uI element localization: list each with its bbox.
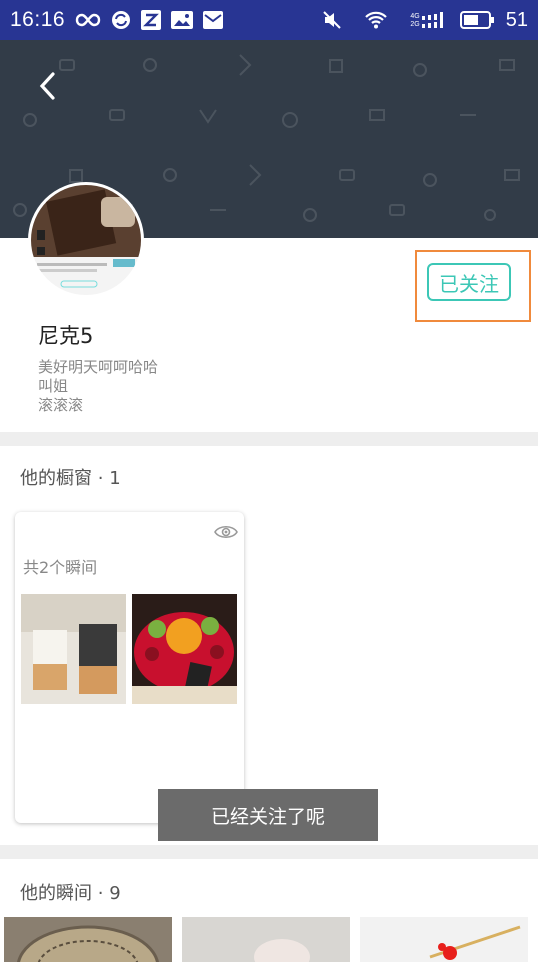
moment-thumbnail[interactable] bbox=[4, 917, 172, 962]
bio-line: 叫姐 bbox=[38, 377, 69, 395]
moments-section-title[interactable]: 他的瞬间 · 9 bbox=[20, 879, 121, 905]
avatar-image bbox=[31, 185, 141, 295]
moment-thumbnail[interactable] bbox=[182, 917, 350, 962]
showcase-count: 1 bbox=[109, 468, 121, 489]
bio-line: 滚滚滚 bbox=[38, 396, 84, 414]
signal-icon: 4G 2G bbox=[410, 12, 447, 28]
showcase-card[interactable]: 共2个瞬间 bbox=[15, 512, 244, 823]
card-thumbnail-cups bbox=[21, 594, 126, 704]
avatar[interactable] bbox=[28, 182, 144, 298]
section-divider bbox=[0, 845, 538, 859]
status-bar: 16:16 4G 2G 51 bbox=[0, 0, 538, 40]
back-button[interactable] bbox=[30, 68, 66, 104]
toast-message: 已经关注了呢 bbox=[158, 789, 378, 841]
mail-icon bbox=[203, 11, 224, 29]
moments-title: 他的瞬间 bbox=[20, 883, 92, 904]
network-label-2g: 2G bbox=[410, 21, 420, 28]
status-time: 16:16 bbox=[10, 8, 66, 31]
showcase-title: 他的橱窗 bbox=[20, 468, 92, 489]
wifi-icon bbox=[364, 11, 388, 29]
moments-count: 9 bbox=[109, 883, 121, 904]
showcase-section-title[interactable]: 他的橱窗 · 1 bbox=[20, 464, 121, 490]
eye-icon bbox=[214, 524, 238, 544]
moments-separator: · bbox=[97, 883, 104, 904]
moment-thumbnail[interactable] bbox=[360, 917, 528, 962]
chevron-left-icon bbox=[39, 72, 55, 100]
mute-icon bbox=[322, 10, 342, 30]
user-bio: 美好明天呵呵哈哈 叫姐 滚滚滚 bbox=[38, 358, 158, 415]
section-divider bbox=[0, 432, 538, 446]
user-name: 尼克5 bbox=[38, 324, 94, 348]
sync-icon bbox=[111, 10, 131, 30]
zhihu-icon bbox=[141, 10, 162, 30]
infinity-icon bbox=[75, 13, 101, 27]
card-thumbnail-cake bbox=[132, 594, 237, 704]
bio-line: 美好明天呵呵哈哈 bbox=[38, 358, 159, 376]
battery-level: 51 bbox=[505, 8, 528, 31]
showcase-separator: · bbox=[97, 468, 104, 489]
gallery-icon bbox=[171, 11, 194, 29]
moments-count-label: 共2个瞬间 bbox=[23, 558, 98, 577]
network-label-4g: 4G bbox=[410, 13, 420, 20]
follow-button[interactable]: 已关注 bbox=[427, 263, 511, 301]
battery-icon bbox=[459, 11, 494, 29]
